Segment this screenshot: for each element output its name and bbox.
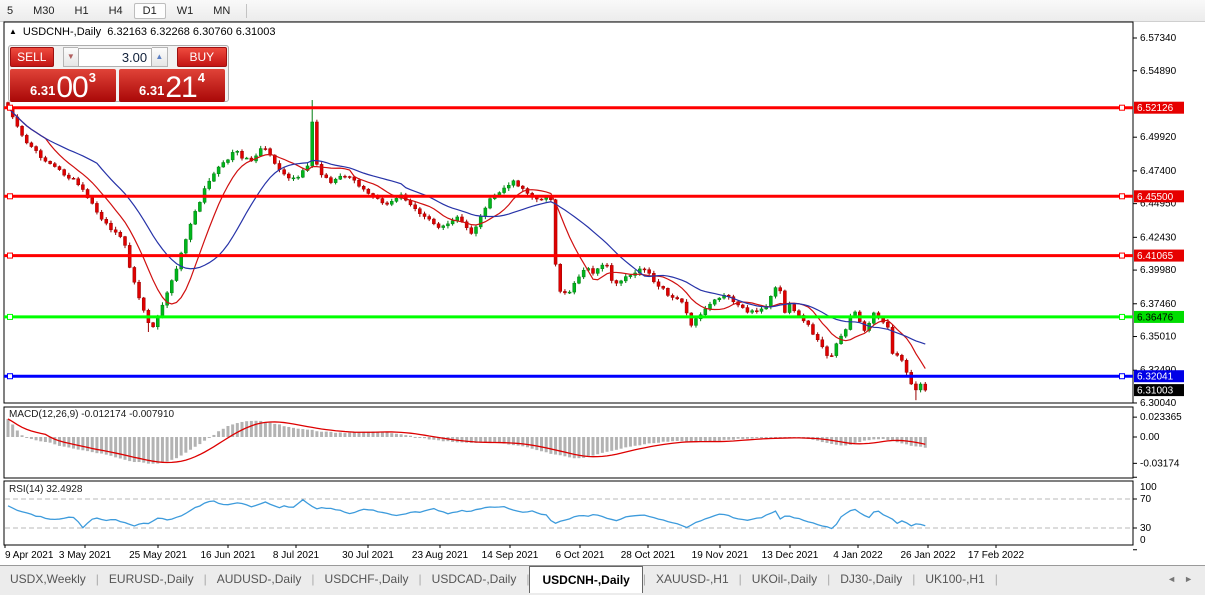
line-handle[interactable] [1119,313,1125,320]
svg-text:26 Jan 2022: 26 Jan 2022 [900,550,955,561]
svg-text:3 May 2021: 3 May 2021 [59,550,112,561]
ohlc-values: 6.32163 6.32268 6.30760 6.31003 [107,26,276,38]
tab-scroll-left-icon: ◄ [1167,574,1185,584]
svg-text:19 Nov 2021: 19 Nov 2021 [692,550,749,561]
line-handle[interactable] [1119,193,1125,200]
svg-text:6.35010: 6.35010 [1140,332,1177,343]
svg-text:13 Dec 2021: 13 Dec 2021 [762,550,819,561]
line-handle[interactable] [7,252,13,259]
chart-tab-xauusd-[interactable]: XAUUSD-,H1 [646,568,739,589]
chart-title: ▲ USDCNH-,Daily 6.32163 6.32268 6.30760 6… [9,26,276,38]
svg-text:70: 70 [1140,494,1152,505]
svg-text:25 May 2021: 25 May 2021 [129,550,187,561]
ask-price-prefix: 6.31 [139,83,165,98]
price-badge-6.36476: 6.36476 [1134,310,1184,323]
volume-decrease-button[interactable]: ▼ [62,47,79,67]
tab-scroll-right-icon: ► [1184,574,1201,584]
bid-price-pip: 3 [88,70,96,85]
tab-separator: | [994,572,998,586]
volume-increase-button[interactable]: ▲ [152,47,168,67]
chart-tab-usdcad-[interactable]: USDCAD-,Daily [422,568,527,589]
ask-price-tile[interactable]: 6.31 21 4 [119,69,225,104]
svg-text:6.57340: 6.57340 [1140,33,1177,44]
line-handle[interactable] [7,313,13,320]
svg-text:0: 0 [1140,535,1146,546]
svg-text:16 Jun 2021: 16 Jun 2021 [200,550,255,561]
svg-text:0.00: 0.00 [1140,432,1160,443]
svg-text:100: 100 [1140,482,1157,493]
tab-scroll-arrows[interactable]: ◄► [1167,574,1201,584]
svg-text:4 Jan 2022: 4 Jan 2022 [833,550,883,561]
expand-triangle-icon[interactable]: ▲ [9,27,17,36]
svg-text:14 Sep 2021: 14 Sep 2021 [482,550,539,561]
macd-indicator-label: MACD(12,26,9) -0.012174 -0.007910 [9,409,175,420]
buy-button[interactable]: BUY [176,47,228,67]
svg-text:6.37460: 6.37460 [1140,299,1177,310]
svg-text:6.42430: 6.42430 [1140,232,1177,243]
sell-button[interactable]: SELL [10,47,54,67]
svg-text:6.41065: 6.41065 [1137,251,1174,262]
svg-text:6.54890: 6.54890 [1140,66,1177,77]
svg-text:6.32041: 6.32041 [1137,372,1174,383]
bid-price-prefix: 6.31 [30,83,56,98]
chart-tab-uk100-[interactable]: UK100-,H1 [915,568,994,589]
svg-text:0.023365: 0.023365 [1140,412,1182,423]
svg-text:6.47400: 6.47400 [1140,166,1177,177]
price-badge-6.31003: 6.31003 [1134,384,1184,397]
line-handle[interactable] [1119,373,1125,380]
svg-text:6.39980: 6.39980 [1140,265,1177,276]
chart-tab-dj30-[interactable]: DJ30-,Daily [830,568,912,589]
price-badge-6.45500: 6.45500 [1134,190,1184,203]
line-handle[interactable] [7,193,13,200]
svg-text:30: 30 [1140,523,1152,534]
chart-tab-bar: USDX,Weekly | EURUSD-,Daily | AUDUSD-,Daily |… [0,565,1205,595]
svg-text:6 Oct 2021: 6 Oct 2021 [556,550,605,561]
svg-text:17 Feb 2022: 17 Feb 2022 [968,550,1025,561]
svg-text:6.45500: 6.45500 [1137,192,1174,203]
svg-text:8 Jul 2021: 8 Jul 2021 [273,550,320,561]
line-handle[interactable] [1119,252,1125,259]
bid-price-main: 00 [56,71,88,104]
chart-tab-usdx[interactable]: USDX,Weekly [0,568,96,589]
price-badge-6.41065: 6.41065 [1134,249,1184,262]
one-click-trade-panel: SELL ▼ ▲ BUY 6.31 00 3 6.31 21 4 [8,45,229,104]
svg-text:9 Apr 2021: 9 Apr 2021 [5,550,54,561]
line-handle[interactable] [7,104,13,111]
volume-input[interactable] [78,47,153,67]
chart-tab-usdcnh-[interactable]: USDCNH-,Daily [529,566,643,593]
chart-tab-eurusd-[interactable]: EURUSD-,Daily [99,568,204,589]
price-badge-6.32041: 6.32041 [1134,370,1184,383]
line-handle[interactable] [1119,104,1125,111]
svg-text:28 Oct 2021: 28 Oct 2021 [621,550,676,561]
svg-text:30 Jul 2021: 30 Jul 2021 [342,550,394,561]
svg-text:6.30040: 6.30040 [1140,398,1177,409]
svg-text:23 Aug 2021: 23 Aug 2021 [412,550,469,561]
svg-text:-0.03174: -0.03174 [1140,458,1180,469]
rsi-indicator-label: RSI(14) 32.4928 [9,484,83,495]
chart-tab-usdchf-[interactable]: USDCHF-,Daily [315,568,419,589]
date-axis: 9 Apr 2021 3 May 2021 25 May 2021 16 Jun 20… [4,545,1025,561]
bid-price-tile[interactable]: 6.31 00 3 [10,69,116,104]
chart-tab-ukoil-[interactable]: UKOil-,Daily [742,568,827,589]
svg-text:6.31003: 6.31003 [1137,386,1174,397]
symbol-name: USDCNH-,Daily [22,26,102,38]
price-badge-6.52126: 6.52126 [1134,101,1184,114]
line-handle[interactable] [7,373,13,380]
chart-tab-audusd-[interactable]: AUDUSD-,Daily [207,568,312,589]
rsi-pane-frame [3,480,1134,546]
ask-price-main: 21 [165,71,197,104]
svg-text:6.49920: 6.49920 [1140,132,1177,143]
ask-price-pip: 4 [197,70,205,85]
trading-platform-window: 5 M30 H1 H4 D1 W1 MN 6.57340 6.54890 6.49920 6.47… [0,0,1205,595]
svg-text:6.36476: 6.36476 [1137,312,1174,323]
svg-text:6.52126: 6.52126 [1137,103,1174,114]
